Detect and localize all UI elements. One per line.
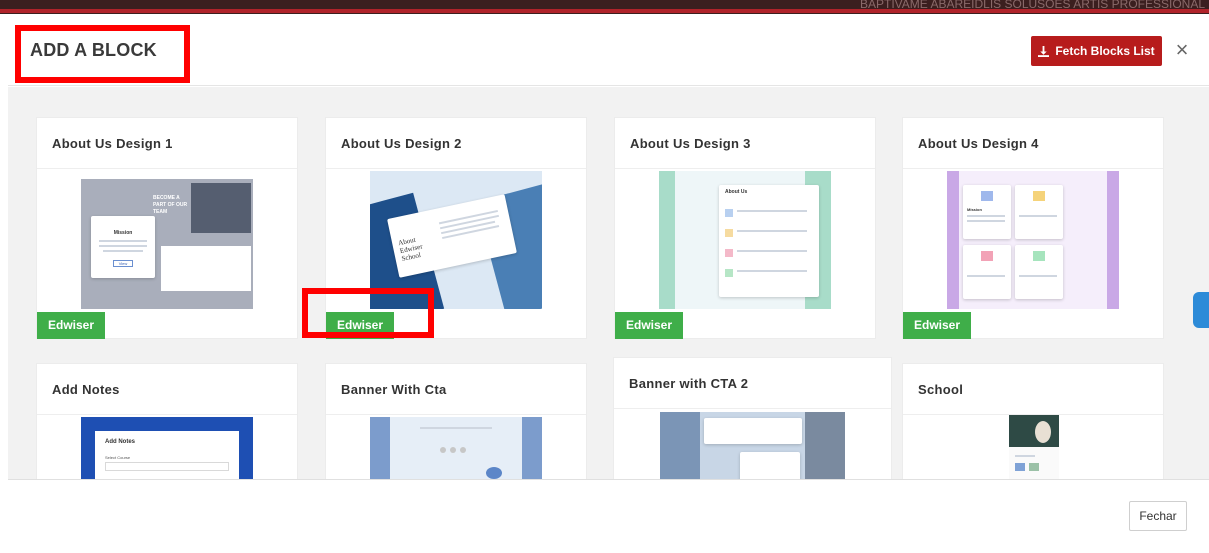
card-divider <box>37 414 297 415</box>
block-thumbnail: Add Notes Select Course <box>81 417 253 479</box>
card-divider <box>614 408 891 409</box>
close-icon[interactable]: × <box>1171 36 1193 64</box>
block-card-about-us-design-4[interactable]: About Us Design 4 Mission Edwiser <box>902 117 1164 339</box>
thumb-heading: Add Notes <box>105 439 135 445</box>
card-divider <box>37 168 297 169</box>
card-divider <box>326 168 586 169</box>
thumb-heading: About Edwiser School <box>397 235 424 263</box>
block-card-about-us-design-1[interactable]: About Us Design 1 BECOME A PART OF OUR T… <box>36 117 298 339</box>
block-card-about-us-design-3[interactable]: About Us Design 3 About Us Edwiser <box>614 117 876 339</box>
fetch-blocks-list-label: Fetch Blocks List <box>1055 44 1155 58</box>
card-divider <box>326 414 586 415</box>
thumb-card: About Us <box>719 185 819 297</box>
block-thumbnail: Mission <box>947 171 1119 309</box>
thumb-card: Mission View <box>91 216 155 278</box>
edwiser-badge: Edwiser <box>615 312 684 339</box>
block-title: About Us Design 3 <box>630 136 751 151</box>
edwiser-badge: Edwiser <box>903 312 972 339</box>
edwiser-badge: Edwiser <box>37 312 106 339</box>
block-title: About Us Design 2 <box>341 136 462 151</box>
card-divider <box>903 168 1163 169</box>
close-button[interactable]: Fechar <box>1129 501 1187 531</box>
thumb-field-label: Select Course <box>105 455 131 460</box>
card-divider <box>615 168 875 169</box>
thumb-card-title: Mission <box>113 230 133 236</box>
annotation-highlight-title <box>15 25 190 83</box>
block-card-school[interactable]: School <box>902 363 1164 479</box>
add-block-modal: ADD A BLOCK Fetch Blocks List × About Us… <box>8 14 1209 553</box>
block-title: School <box>918 382 964 397</box>
block-thumbnail: About Us <box>659 171 831 309</box>
block-title: About Us Design 4 <box>918 136 1039 151</box>
block-thumbnail <box>660 412 845 479</box>
block-thumbnail <box>370 417 542 479</box>
block-card-banner-with-cta[interactable]: Banner With Cta <box>325 363 587 479</box>
thumb-heading: BECOME A PART OF OUR TEAM <box>153 195 188 215</box>
thumb-card-title: Mission <box>967 207 982 212</box>
download-icon <box>1038 45 1050 57</box>
block-thumbnail: BECOME A PART OF OUR TEAM Mission View <box>81 171 253 309</box>
block-title: Banner with CTA 2 <box>629 376 749 391</box>
block-title: Add Notes <box>52 382 120 397</box>
block-card-add-notes[interactable]: Add Notes Add Notes Select Course <box>36 363 298 479</box>
thumb-card: Mission <box>963 185 1011 239</box>
blocks-grid: About Us Design 1 BECOME A PART OF OUR T… <box>8 87 1209 479</box>
block-title: Banner With Cta <box>341 382 447 397</box>
fetch-blocks-list-button[interactable]: Fetch Blocks List <box>1031 36 1162 66</box>
block-title: About Us Design 1 <box>52 136 173 151</box>
side-drawer-tab[interactable] <box>1193 292 1209 328</box>
block-card-banner-with-cta-2[interactable]: Banner with CTA 2 <box>613 357 892 479</box>
modal-footer: Fechar <box>8 479 1209 553</box>
annotation-highlight-badge <box>302 288 434 338</box>
thumb-heading: About Us <box>725 189 748 195</box>
thumb-card-button: View <box>113 260 133 267</box>
background-page-strip: BAPTIVAME ABAREIDLIS SOLUSOES ARTIS PROF… <box>0 0 1209 14</box>
modal-header: ADD A BLOCK Fetch Blocks List × <box>8 14 1209 86</box>
background-text: BAPTIVAME ABAREIDLIS SOLUSOES ARTIS PROF… <box>860 0 1205 11</box>
block-thumbnail <box>1009 415 1059 479</box>
